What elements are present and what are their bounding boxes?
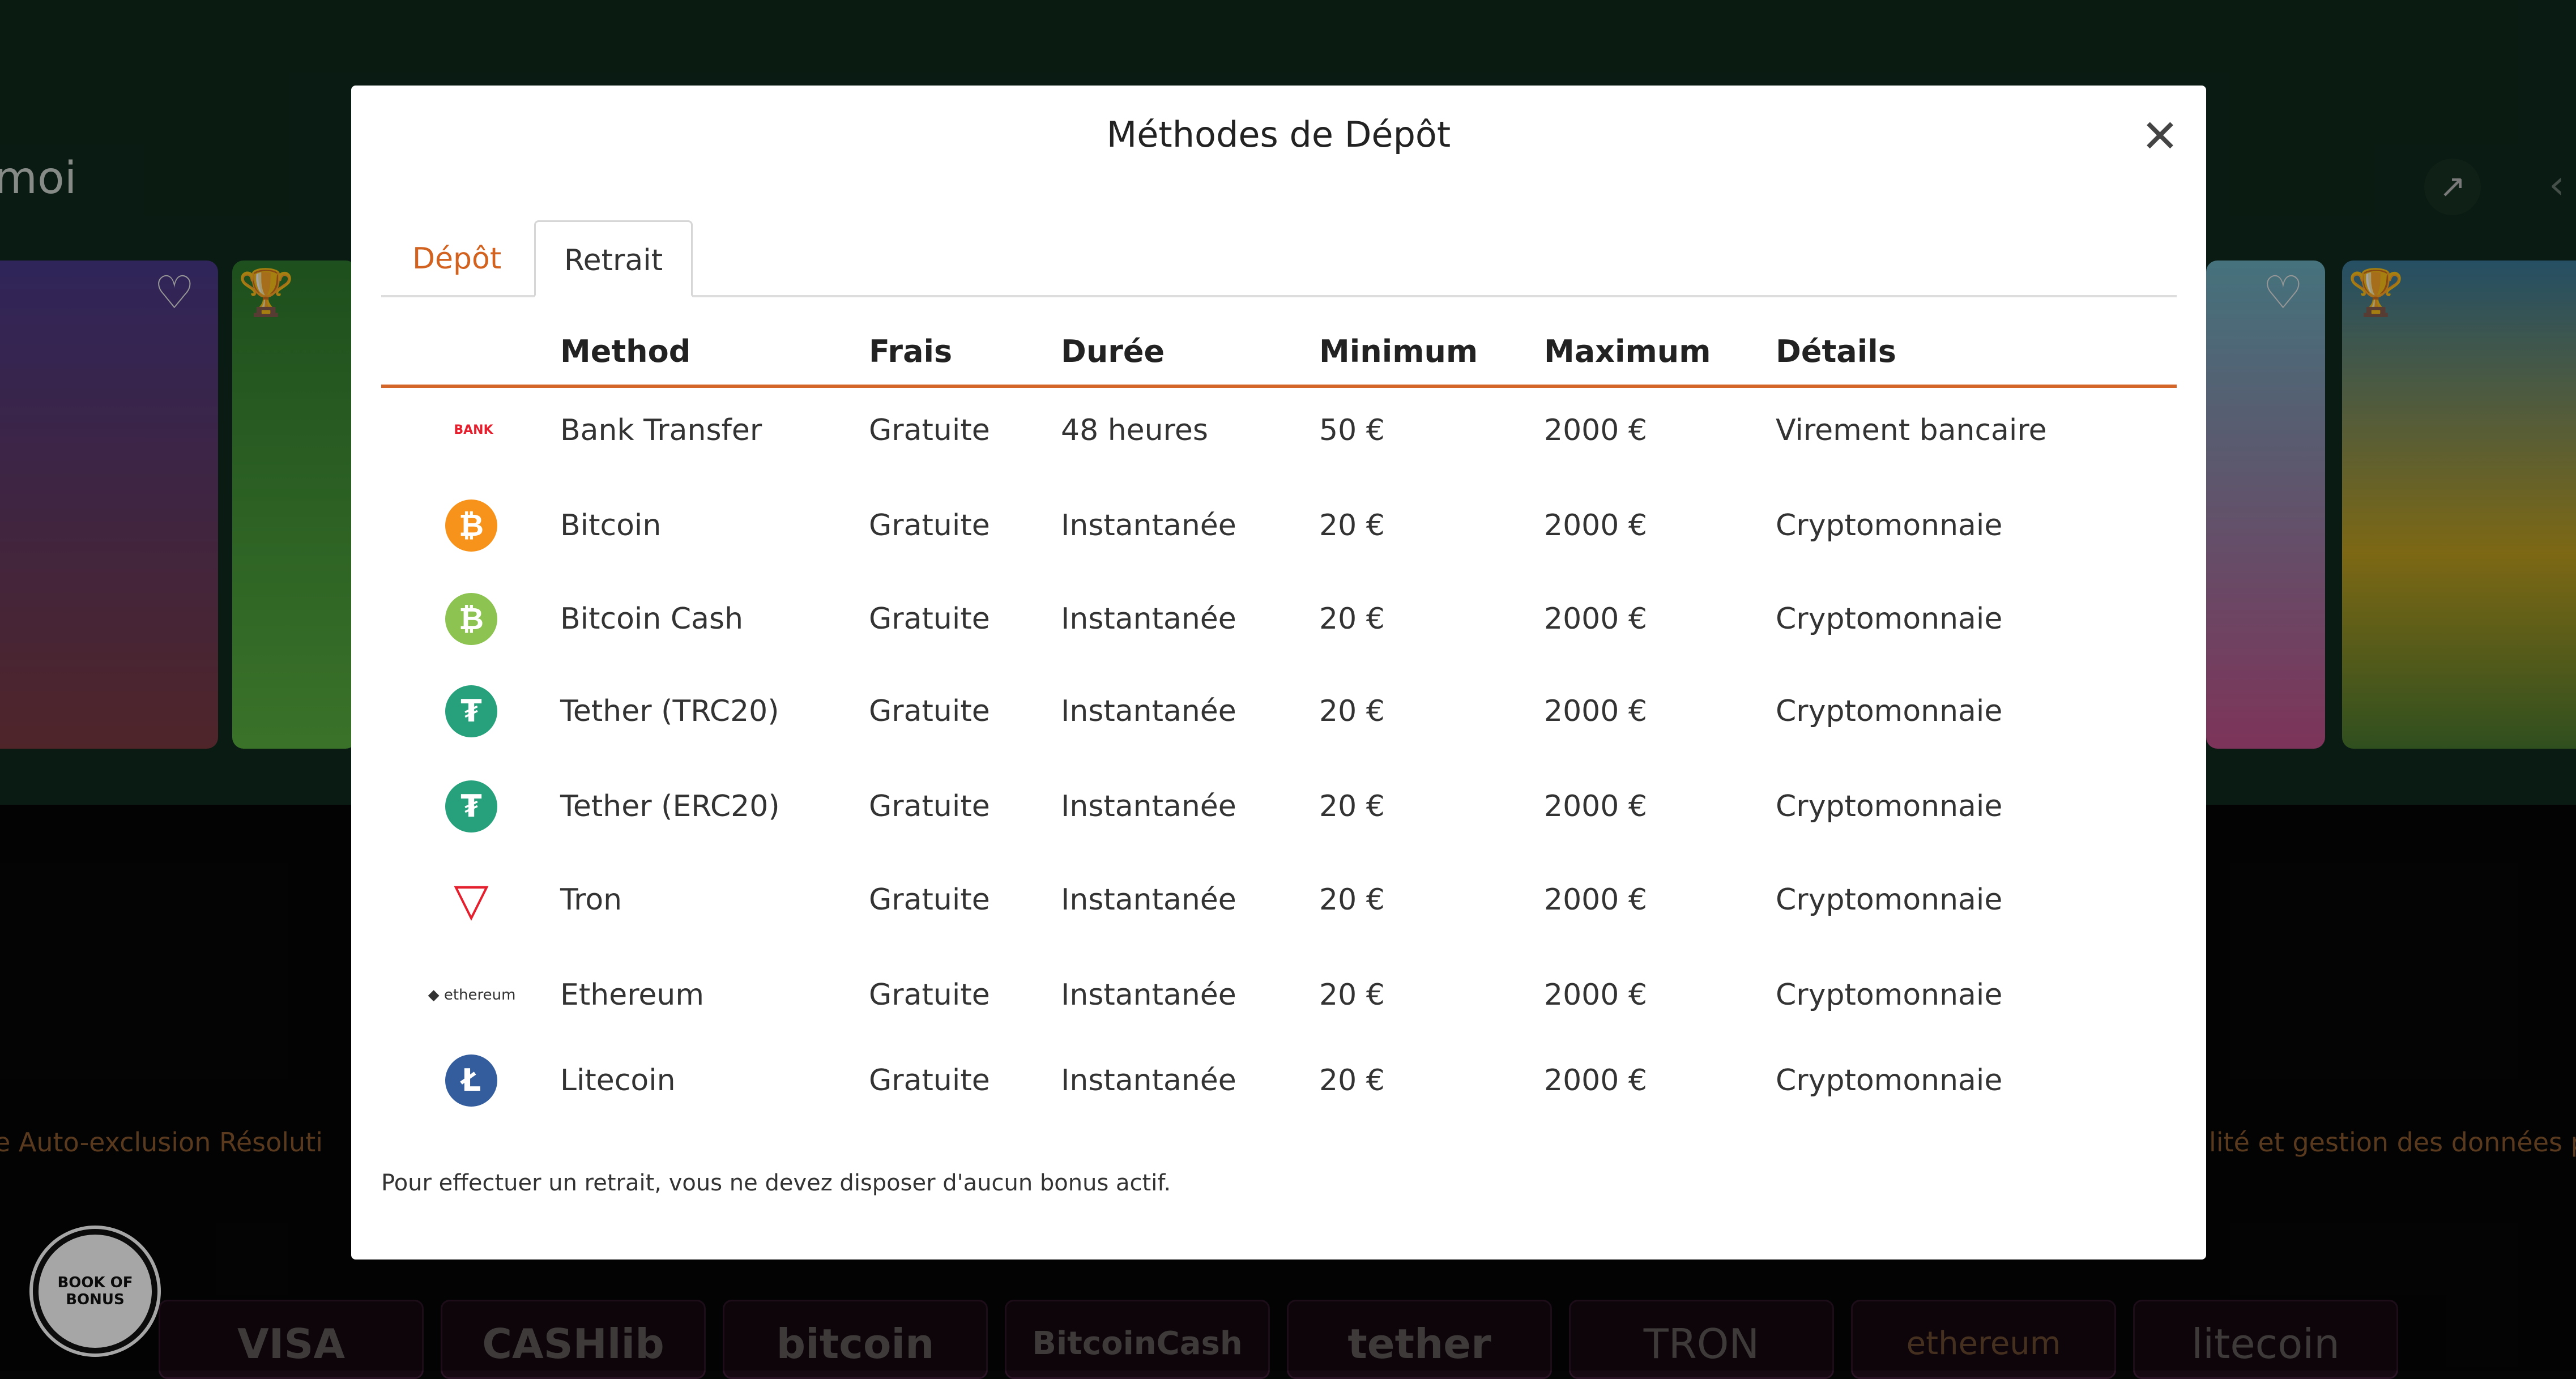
column-header-duration: Durée — [1061, 334, 1165, 369]
column-header-maximum: Maximum — [1544, 334, 1711, 369]
cell-minimum: 20 € — [1319, 694, 1385, 728]
table-row: BANK Bank Transfer Gratuite 48 heures 50 € 20… — [381, 385, 2177, 476]
cell-minimum: 20 € — [1319, 789, 1385, 823]
tab-retrait[interactable]: Retrait — [534, 220, 693, 297]
table-row: ₮ Tether (TRC20) Gratuite Instantanée 20 € 20… — [381, 666, 2177, 757]
cell-duration: Instantanée — [1061, 1064, 1236, 1098]
cell-maximum: 2000 € — [1544, 602, 1647, 636]
cell-duration: Instantanée — [1061, 694, 1236, 728]
cell-details: Cryptomonnaie — [1776, 602, 2003, 636]
cell-fee: Gratuite — [869, 413, 990, 447]
cell-method: Tether (TRC20) — [560, 694, 779, 728]
table-row: ₿ Bitcoin Gratuite Instantanée 20 € 2000 € Cry… — [381, 480, 2177, 571]
table-row: ₿ Bitcoin Cash Gratuite Instantanée 20 € 2000… — [381, 574, 2177, 664]
cell-maximum: 2000 € — [1544, 789, 1647, 823]
cell-maximum: 2000 € — [1544, 1064, 1647, 1098]
cell-maximum: 2000 € — [1544, 883, 1647, 917]
cell-minimum: 20 € — [1319, 978, 1385, 1012]
column-header-method: Method — [560, 334, 691, 369]
cell-minimum: 20 € — [1319, 602, 1385, 636]
cell-maximum: 2000 € — [1544, 413, 1647, 447]
cell-minimum: 20 € — [1319, 1064, 1385, 1098]
table-row: ◆ ethereum Ethereum Gratuite Instantanée 20 … — [381, 950, 2177, 1040]
table-header: Method Frais Durée Minimum Maximum Détai… — [381, 318, 2177, 388]
close-icon[interactable]: ✕ — [2141, 108, 2179, 165]
cell-details: Cryptomonnaie — [1776, 789, 2003, 823]
tether-icon: ₮ — [445, 685, 497, 737]
cell-details: Cryptomonnaie — [1776, 1064, 2003, 1098]
bitcoin-cash-icon: ₿ — [445, 593, 497, 645]
bank-transfer-logo: BANK — [454, 423, 493, 437]
cell-method: Litecoin — [560, 1064, 676, 1098]
cell-duration: Instantanée — [1061, 602, 1236, 636]
cell-minimum: 20 € — [1319, 883, 1385, 917]
cell-details: Cryptomonnaie — [1776, 978, 2003, 1012]
modal-title: Méthodes de Dépôt — [1106, 114, 1451, 155]
column-header-fees: Frais — [869, 334, 953, 369]
cell-method: Bitcoin Cash — [560, 602, 744, 636]
cell-duration: Instantanée — [1061, 789, 1236, 823]
table-row: ₮ Tether (ERC20) Gratuite Instantanée 20 € 20… — [381, 761, 2177, 852]
bitcoin-icon: ₿ — [445, 499, 497, 552]
cell-duration: Instantanée — [1061, 883, 1236, 917]
cell-method: Bank Transfer — [560, 413, 762, 447]
cell-fee: Gratuite — [869, 694, 990, 728]
cell-details: Virement bancaire — [1776, 413, 2047, 447]
cell-duration: Instantanée — [1061, 509, 1236, 543]
cell-method: Tether (ERC20) — [560, 789, 780, 823]
cell-details: Cryptomonnaie — [1776, 694, 2003, 728]
column-header-minimum: Minimum — [1319, 334, 1478, 369]
column-header-details: Détails — [1776, 334, 1896, 369]
cell-fee: Gratuite — [869, 509, 990, 543]
cell-fee: Gratuite — [869, 602, 990, 636]
cell-fee: Gratuite — [869, 978, 990, 1012]
cell-minimum: 20 € — [1319, 509, 1385, 543]
table-row: ▽ Tron Gratuite Instantanée 20 € 2000 € Crypto… — [381, 855, 2177, 945]
cell-minimum: 50 € — [1319, 413, 1385, 447]
cell-fee: Gratuite — [869, 1064, 990, 1098]
cell-details: Cryptomonnaie — [1776, 883, 2003, 917]
tether-icon: ₮ — [445, 780, 497, 832]
litecoin-icon: Ł — [445, 1054, 497, 1107]
cell-details: Cryptomonnaie — [1776, 509, 2003, 543]
cell-fee: Gratuite — [869, 789, 990, 823]
cell-maximum: 2000 € — [1544, 509, 1647, 543]
cell-fee: Gratuite — [869, 883, 990, 917]
cell-maximum: 2000 € — [1544, 978, 1647, 1012]
payment-methods-modal: Méthodes de Dépôt ✕ Dépôt Retrait Method… — [351, 86, 2206, 1260]
withdrawal-note: Pour effectuer un retrait, vous ne devez… — [381, 1170, 1171, 1196]
cell-method: Tron — [560, 883, 622, 917]
cell-method: Bitcoin — [560, 509, 662, 543]
tron-icon: ▽ — [454, 873, 489, 926]
tab-depot[interactable]: Dépôt — [412, 220, 501, 297]
cell-duration: Instantanée — [1061, 978, 1236, 1012]
ethereum-logo: ◆ ethereum — [428, 987, 516, 1004]
cell-duration: 48 heures — [1061, 413, 1208, 447]
cell-method: Ethereum — [560, 978, 705, 1012]
table-row: Ł Litecoin Gratuite Instantanée 20 € 2000 € Cr… — [381, 1035, 2177, 1126]
cell-maximum: 2000 € — [1544, 694, 1647, 728]
